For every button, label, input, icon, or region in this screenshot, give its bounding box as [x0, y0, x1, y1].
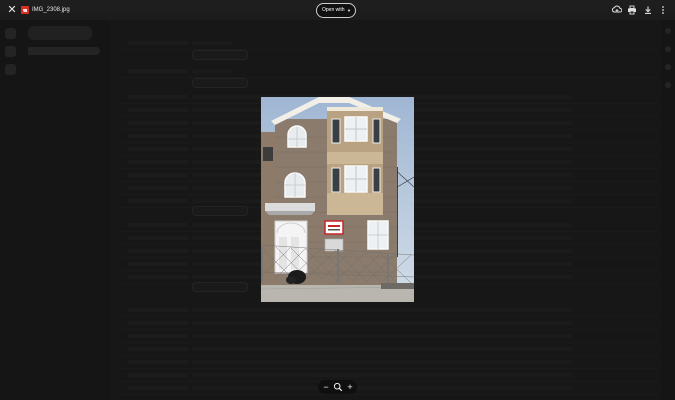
caret-down-icon: ▼: [347, 8, 351, 13]
viewer-toolbar: ✕ IMG_2308.jpg Open with ▼: [0, 0, 675, 20]
zoom-controls: − +: [318, 380, 357, 394]
image-preview: [261, 97, 414, 302]
house-photo: [261, 97, 414, 302]
zoom-out-icon[interactable]: −: [320, 381, 332, 393]
download-icon[interactable]: [643, 5, 653, 15]
zoom-reset-icon[interactable]: [332, 381, 344, 393]
open-with-button[interactable]: Open with ▼: [316, 3, 356, 18]
print-icon[interactable]: [627, 5, 637, 15]
add-to-drive-icon[interactable]: [611, 5, 623, 15]
more-vert-icon[interactable]: [658, 5, 668, 15]
image-file-icon: [21, 6, 29, 14]
close-icon[interactable]: ✕: [6, 4, 18, 16]
file-name: IMG_2308.jpg: [32, 7, 70, 13]
zoom-in-icon[interactable]: +: [344, 381, 356, 393]
